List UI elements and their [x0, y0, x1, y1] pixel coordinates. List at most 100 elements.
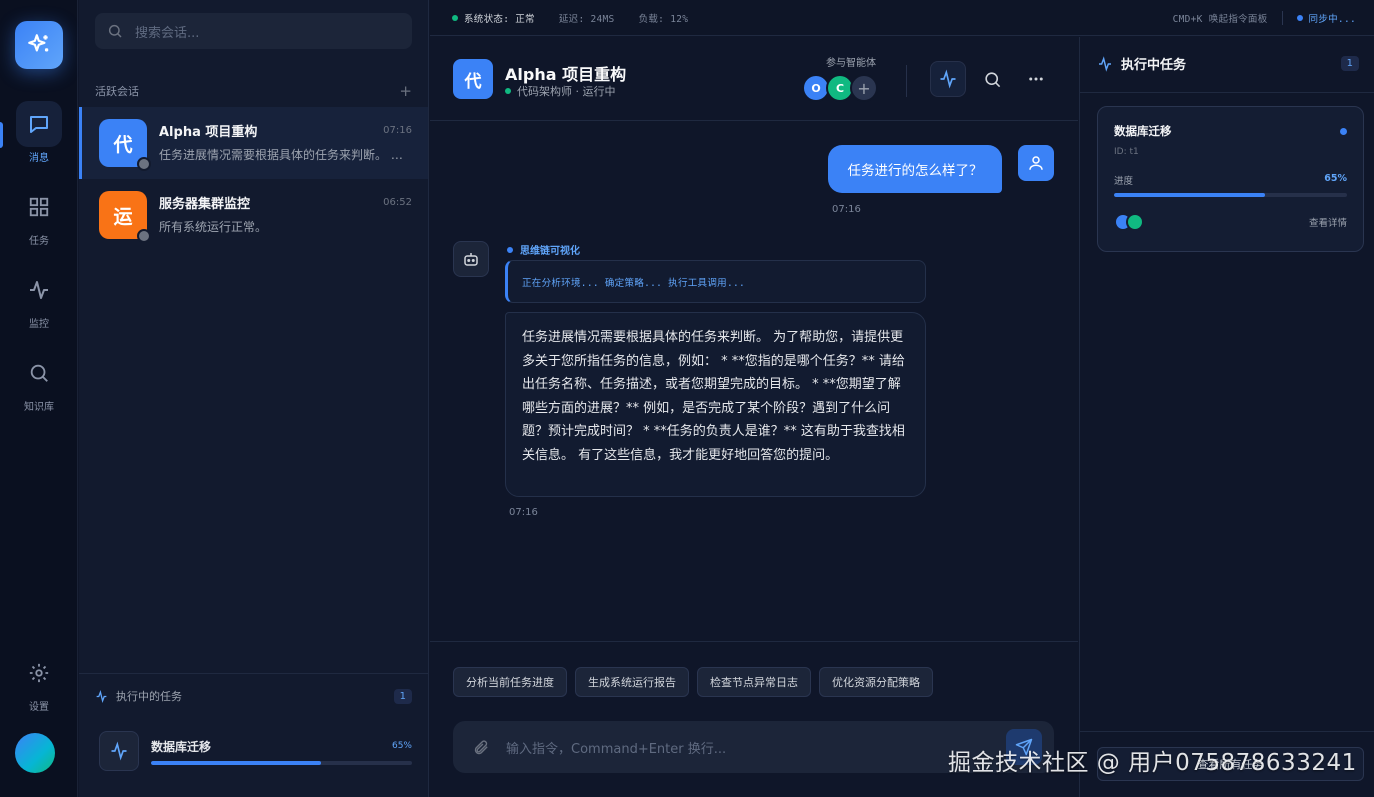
nav-item-knowledge[interactable]: 知识库 [0, 350, 78, 422]
activity-icon [1099, 55, 1111, 72]
count-badge: 1 [393, 688, 412, 704]
avatar-text: 代 [113, 133, 133, 156]
user-message: 任务进行的怎么样了？ [828, 145, 1002, 193]
system-status: 系统状态: 正常 [464, 13, 535, 25]
conversation-avatar: 运 [99, 191, 151, 243]
quick-action-chip[interactable]: 检查节点异常日志 [697, 667, 811, 697]
thinking-trace: 正在分析环境... 确定策略... 执行工具调用... [505, 260, 926, 303]
user-avatar [1018, 145, 1054, 181]
nav-rail: 消息 任务 监控 知识库 设置 [0, 0, 78, 797]
search-button[interactable] [974, 61, 1010, 97]
status-bar: 系统状态: 正常 延迟: 24MS 负载: 12% CMD+K 唤起指令面板 同… [430, 0, 1374, 36]
progress-fill [1114, 193, 1266, 197]
progress-fill [151, 760, 321, 765]
task-card[interactable]: 数据库迁移 ID: t1 进度 65% 查看详情 [1097, 106, 1364, 252]
shortcut-hint: CMD+K 唤起指令面板 [1172, 13, 1268, 25]
app-logo[interactable] [15, 21, 63, 69]
nav-label: 任务 [29, 236, 49, 247]
quick-action-chip[interactable]: 生成系统运行报告 [575, 667, 689, 697]
nav-item-settings[interactable]: 设置 [0, 650, 78, 722]
more-button[interactable] [1018, 61, 1054, 97]
progress-bar [151, 760, 412, 765]
chat-avatar: 代 [453, 59, 493, 99]
add-agent-button[interactable]: + [850, 74, 878, 102]
sync-status: 同步中... [1308, 13, 1356, 25]
chat-subtitle: 代码架构师 · 运行中 [505, 83, 616, 99]
conversation-item[interactable]: 代 Alpha 项目重构 07:16 任务进展情况需要根据具体的任务来判断。 为… [79, 107, 428, 179]
task-name: 数据库迁移 [151, 739, 212, 754]
monitor-button[interactable] [930, 61, 966, 97]
conversation-preview: 所有系统运行正常。 [159, 220, 268, 234]
message-icon [16, 101, 62, 147]
bot-icon [464, 253, 478, 266]
activity-icon [16, 267, 62, 313]
chat-header: 代 Alpha 项目重构 代码架构师 · 运行中 参与智能体 O C + [430, 37, 1078, 121]
status-dot [505, 88, 511, 94]
running-tasks-section: 执行中的任务 1 数据库迁移 65% [79, 673, 428, 797]
running-task-card[interactable]: 数据库迁移 65% [99, 730, 412, 772]
message-time: 07:16 [509, 507, 538, 518]
task-id: ID: t1 [1114, 147, 1139, 157]
divider [1080, 92, 1374, 93]
attachment-icon[interactable] [473, 739, 490, 756]
load-value: 负载: 12% [638, 13, 689, 25]
status-dot [137, 157, 151, 171]
search-input[interactable]: 搜索会话... [95, 13, 412, 49]
divider [1080, 731, 1374, 732]
progress-bar [1114, 193, 1347, 197]
chat-role: 代码架构师 · 运行中 [517, 85, 616, 98]
add-conversation-button[interactable]: + [399, 82, 412, 100]
conversation-title: Alpha 项目重构 [159, 125, 258, 140]
sparkle-icon [28, 34, 49, 52]
search-icon [108, 24, 122, 38]
assignee-avatars [1114, 213, 1144, 231]
status-dot [1340, 127, 1347, 135]
nav-label: 消息 [29, 153, 49, 164]
view-details-link[interactable]: 查看详情 [1309, 215, 1347, 229]
nav-label: 知识库 [24, 402, 54, 413]
status-dot [452, 14, 458, 21]
status-dot [507, 246, 513, 253]
running-tasks-title: 执行中的任务 [116, 690, 182, 703]
input-placeholder: 输入指令，Command+Enter 换行... [506, 741, 727, 757]
latency-value: 延迟: 24MS [558, 13, 615, 25]
search-icon [16, 350, 62, 396]
conversation-item[interactable]: 运 服务器集群监控 06:52 所有系统运行正常。 [79, 179, 428, 251]
quick-action-chip[interactable]: 优化资源分配策略 [819, 667, 933, 697]
nav-label: 设置 [29, 702, 49, 713]
task-name: 数据库迁移 [1114, 124, 1172, 138]
section-title: 活跃会话 [95, 85, 139, 98]
conversation-time: 06:52 [383, 197, 412, 208]
section-header: 活跃会话 + [95, 82, 412, 100]
conversation-avatar: 代 [99, 119, 151, 171]
watermark: 掘金技术社区 @ 用户075878633241 [948, 750, 1357, 776]
conversation-time: 07:16 [383, 125, 412, 136]
divider [1281, 10, 1283, 25]
message-time: 07:16 [832, 204, 861, 215]
divider [430, 641, 1078, 642]
divider [906, 65, 907, 97]
nav-item-messages[interactable]: 消息 [0, 101, 78, 173]
chat-title: Alpha 项目重构 [505, 65, 627, 84]
agents-label: 参与智能体 [826, 58, 876, 69]
conversation-preview: 任务进展情况需要根据具体的任务来判断。 为了帮助您，请提供更多关于您所指任务的信… [159, 148, 412, 162]
nav-label: 监控 [29, 319, 49, 330]
activity-icon [96, 689, 107, 703]
activity-icon [99, 731, 139, 771]
conversation-sidebar: 搜索会话... 活跃会话 + 代 Alpha 项目重构 07:16 任务进展情况… [79, 0, 429, 797]
agent-avatars: O C + [802, 74, 878, 102]
gear-icon [16, 650, 62, 696]
task-percent: 65% [391, 741, 412, 751]
panel-title: 执行中任务 [1121, 58, 1187, 73]
user-icon [1029, 156, 1043, 170]
nav-item-tasks[interactable]: 任务 [0, 184, 78, 256]
more-icon [1029, 77, 1043, 81]
user-avatar[interactable] [15, 733, 55, 773]
progress-label: 进度 [1114, 176, 1134, 187]
avatar-text: 运 [113, 205, 133, 228]
sync-dot [1296, 14, 1303, 21]
search-placeholder: 搜索会话... [135, 25, 200, 41]
nav-item-monitor[interactable]: 监控 [0, 267, 78, 339]
quick-action-chip[interactable]: 分析当前任务进度 [453, 667, 567, 697]
activity-icon [940, 69, 956, 89]
